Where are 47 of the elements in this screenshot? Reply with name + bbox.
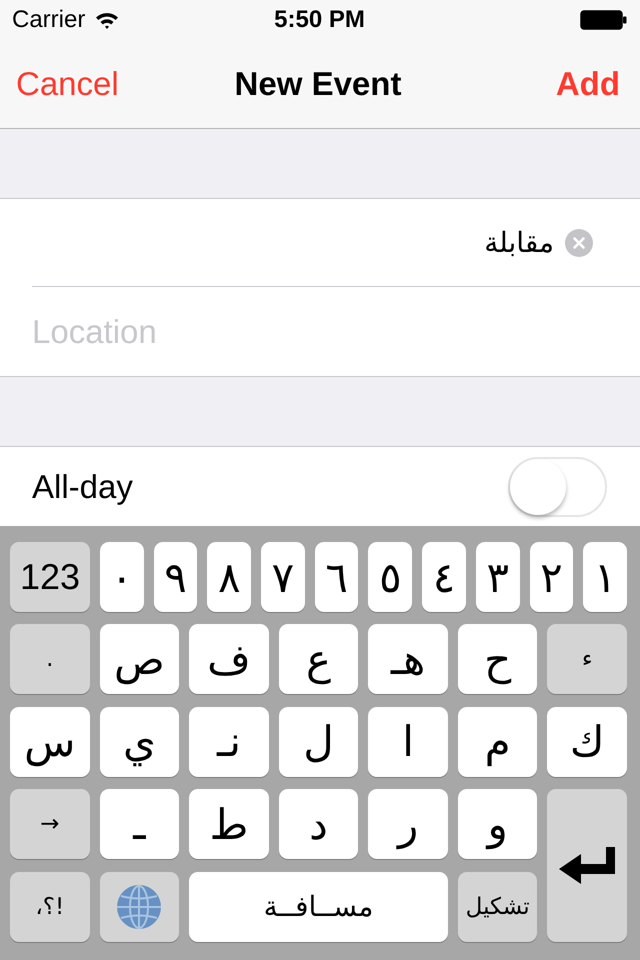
keyboard-key[interactable]: م	[458, 706, 538, 776]
globe-icon	[116, 884, 162, 930]
keyboard-key[interactable]: ح	[458, 624, 538, 694]
return-key[interactable]	[547, 789, 627, 942]
keyboard-key[interactable]: ٣	[476, 542, 520, 612]
wifi-icon	[95, 11, 120, 29]
globe-key[interactable]	[100, 872, 180, 942]
keyboard-key[interactable]: ا	[368, 706, 448, 776]
keyboard-key[interactable]: هـ	[368, 624, 448, 694]
function-key[interactable]: .	[10, 624, 90, 694]
keyboard-key[interactable]: ي	[100, 706, 180, 776]
keyboard-key[interactable]: ص	[100, 624, 180, 694]
keyboard-key[interactable]: ٧	[261, 542, 305, 612]
keyboard-key[interactable]: ل	[278, 706, 358, 776]
function-key[interactable]: →	[10, 789, 90, 859]
keyboard-key[interactable]: ١	[583, 542, 627, 612]
function-key[interactable]: تشكيل	[458, 872, 538, 942]
keyboard-key[interactable]: ٥	[368, 542, 412, 612]
keyboard-key[interactable]: ٠	[100, 542, 144, 612]
keyboard-key[interactable]: ٦	[314, 542, 358, 612]
keyboard-key[interactable]: ع	[278, 624, 358, 694]
function-key[interactable]: ء	[547, 624, 627, 694]
keyboard-key[interactable]: ٩	[154, 542, 198, 612]
function-key[interactable]: !؟،	[10, 872, 90, 942]
keyboard-key[interactable]: س	[10, 706, 90, 776]
keyboard-key[interactable]: ـ	[100, 789, 180, 859]
clear-icon[interactable]	[565, 228, 593, 256]
keyboard-key[interactable]: ٢	[530, 542, 574, 612]
battery-icon	[580, 10, 627, 30]
keyboard-key[interactable]: ط	[189, 789, 269, 859]
keyboard-key[interactable]: ك	[547, 706, 627, 776]
keyboard-key[interactable]: ٨	[207, 542, 252, 612]
keyboard-key[interactable]: و	[458, 789, 538, 859]
space-key[interactable]: مســافــة	[189, 872, 448, 942]
function-key[interactable]: 123	[10, 542, 90, 612]
status-time: 5:50 PM	[274, 6, 365, 34]
keyboard-key[interactable]: د	[278, 789, 358, 859]
nav-title: New Event	[234, 65, 402, 103]
keyboard-key[interactable]: ر	[368, 789, 448, 859]
return-icon	[559, 846, 616, 884]
title-field[interactable]: مقابلة	[32, 220, 554, 264]
keyboard-key[interactable]: ف	[189, 624, 269, 694]
keyboard-key[interactable]: نـ	[189, 706, 269, 776]
all-day-label: All-day	[32, 468, 133, 506]
all-day-switch[interactable]	[508, 456, 607, 516]
carrier-label: Carrier	[12, 6, 86, 34]
keyboard-key[interactable]: ٤	[422, 542, 466, 612]
